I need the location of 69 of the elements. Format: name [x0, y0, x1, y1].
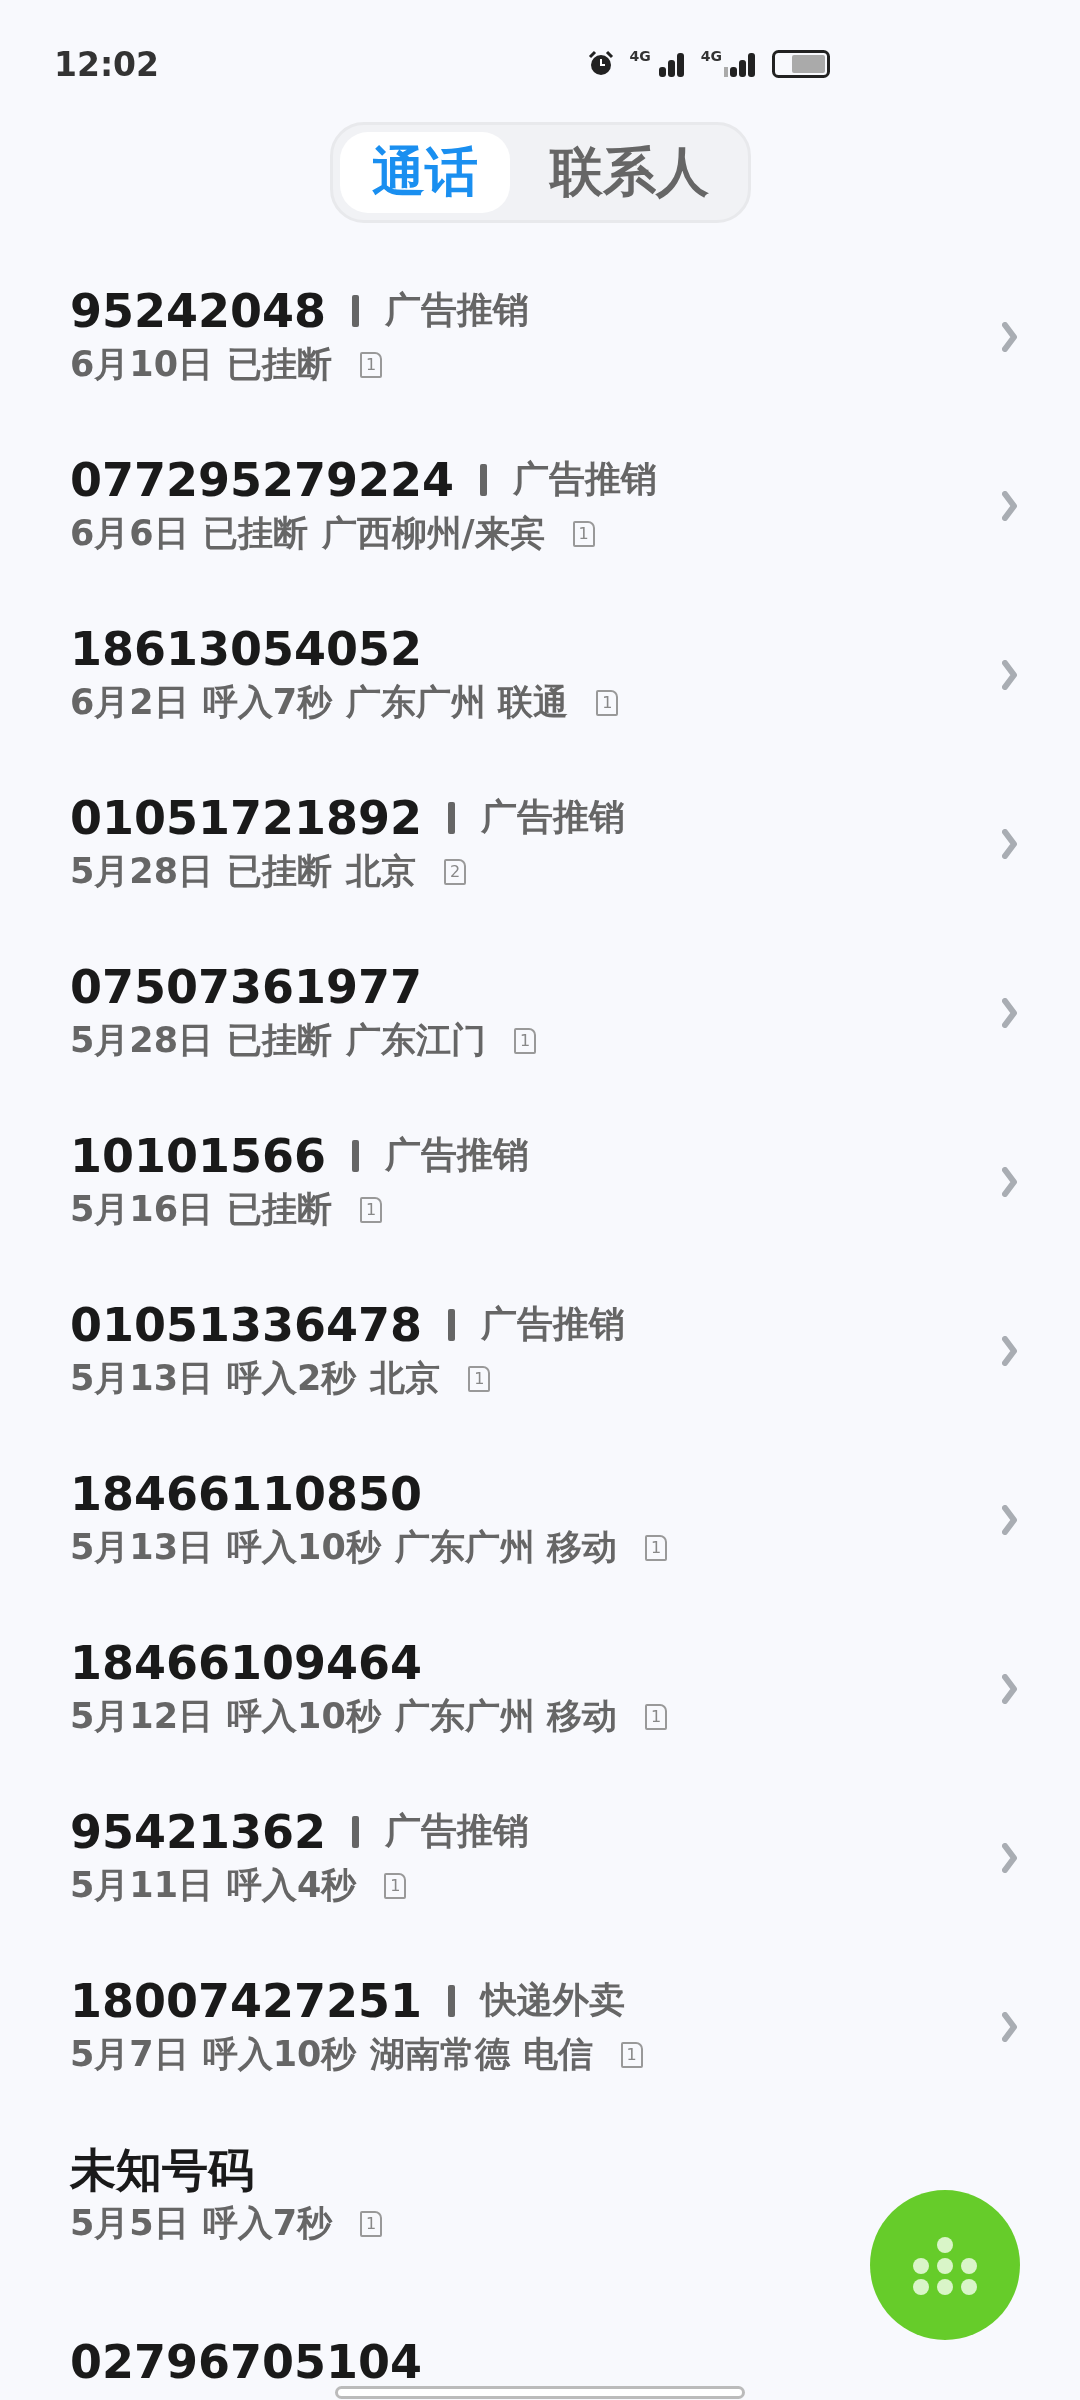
call-status: 呼入10秒: [227, 1526, 381, 1570]
call-location: 湖南常德 电信: [370, 2033, 593, 2077]
phone-number: 01051721892: [70, 793, 423, 843]
phone-number: 10101566: [70, 1131, 327, 1181]
call-date: 5月5日: [70, 2202, 189, 2246]
call-date: 5月28日: [70, 850, 214, 894]
call-date: 5月13日: [70, 1526, 214, 1570]
sim-badge: 1: [644, 1534, 667, 1561]
tab[interactable]: 联系人: [517, 132, 741, 213]
sim-badge: 1: [620, 2041, 643, 2068]
phone-number: 18613054052: [70, 624, 423, 674]
tab[interactable]: 通话: [339, 132, 510, 213]
call-tag: 广告推销: [385, 286, 530, 336]
network-type: 4G: [700, 49, 722, 63]
call-location: 广西柳州/来宾: [321, 512, 545, 556]
call-status: 已挂断: [227, 1019, 333, 1063]
call-tag: 广告推销: [481, 793, 626, 843]
call-date: 5月16日: [70, 1188, 214, 1232]
sim-badge: 1: [644, 1703, 667, 1730]
phone-number: 未知号码: [70, 2145, 254, 2195]
network-type: 4G: [629, 49, 651, 63]
sim-badge: 1: [572, 520, 595, 547]
sim-badge: 1: [468, 1365, 491, 1392]
call-status: 呼入10秒: [202, 2033, 357, 2077]
call-tag: 广告推销: [513, 455, 658, 505]
clock-time: 12:02: [54, 44, 161, 84]
phone-number: 95242048: [70, 286, 327, 336]
call-location: 广东广州 移动: [394, 1526, 617, 1570]
sim-badge: 2: [444, 858, 467, 885]
call-status: 已挂断: [227, 343, 333, 387]
phone-number: 95421362: [70, 1807, 327, 1857]
call-tag: 快递外卖: [481, 1976, 626, 2026]
phone-number: 077295279224: [70, 455, 455, 505]
call-date: 6月6日: [70, 512, 189, 556]
call-date: 5月7日: [70, 2033, 189, 2077]
sim-badge: 1: [384, 1872, 407, 1899]
call-location: 广东江门: [346, 1019, 487, 1063]
phone-number: 01051336478: [70, 1300, 423, 1350]
call-date: 5月28日: [70, 1019, 214, 1063]
call-status: 已挂断: [227, 850, 333, 894]
call-status: 已挂断: [227, 1188, 333, 1232]
sim-badge: 1: [360, 351, 383, 378]
call-date: 5月13日: [70, 1357, 214, 1401]
call-status: 呼入7秒: [202, 681, 333, 725]
call-date: 6月2日: [70, 681, 189, 725]
call-date: 5月11日: [70, 1864, 214, 1908]
call-location: 北京: [346, 850, 417, 894]
call-status: 呼入4秒: [227, 1864, 357, 1908]
sim-badge: 1: [596, 689, 619, 716]
call-date: 5月12日: [70, 1695, 214, 1739]
call-status: 已挂断: [202, 512, 308, 556]
call-status: 呼入10秒: [227, 1695, 381, 1739]
call-location: 广东广州 移动: [394, 1695, 617, 1739]
call-location: 广东广州 联通: [346, 681, 569, 725]
sim-badge: 1: [360, 1196, 383, 1223]
phone-number: 18007427251: [70, 1976, 423, 2026]
call-tag: 广告推销: [481, 1300, 626, 1350]
phone-number: 07507361977: [70, 962, 423, 1012]
phone-number: 18466110850: [70, 1469, 423, 1519]
call-status: 呼入2秒: [227, 1357, 357, 1401]
call-tag: 广告推销: [385, 1807, 530, 1857]
call-location: 北京: [370, 1357, 441, 1401]
call-date: 6月10日: [70, 343, 214, 387]
call-tag: 广告推销: [385, 1131, 530, 1181]
sim-badge: 1: [360, 2210, 383, 2237]
sim-badge: 1: [514, 1027, 537, 1054]
phone-number: 18466109464: [70, 1638, 423, 1688]
call-status: 呼入7秒: [202, 2202, 333, 2246]
phone-number: 02796705104: [70, 2338, 423, 2387]
